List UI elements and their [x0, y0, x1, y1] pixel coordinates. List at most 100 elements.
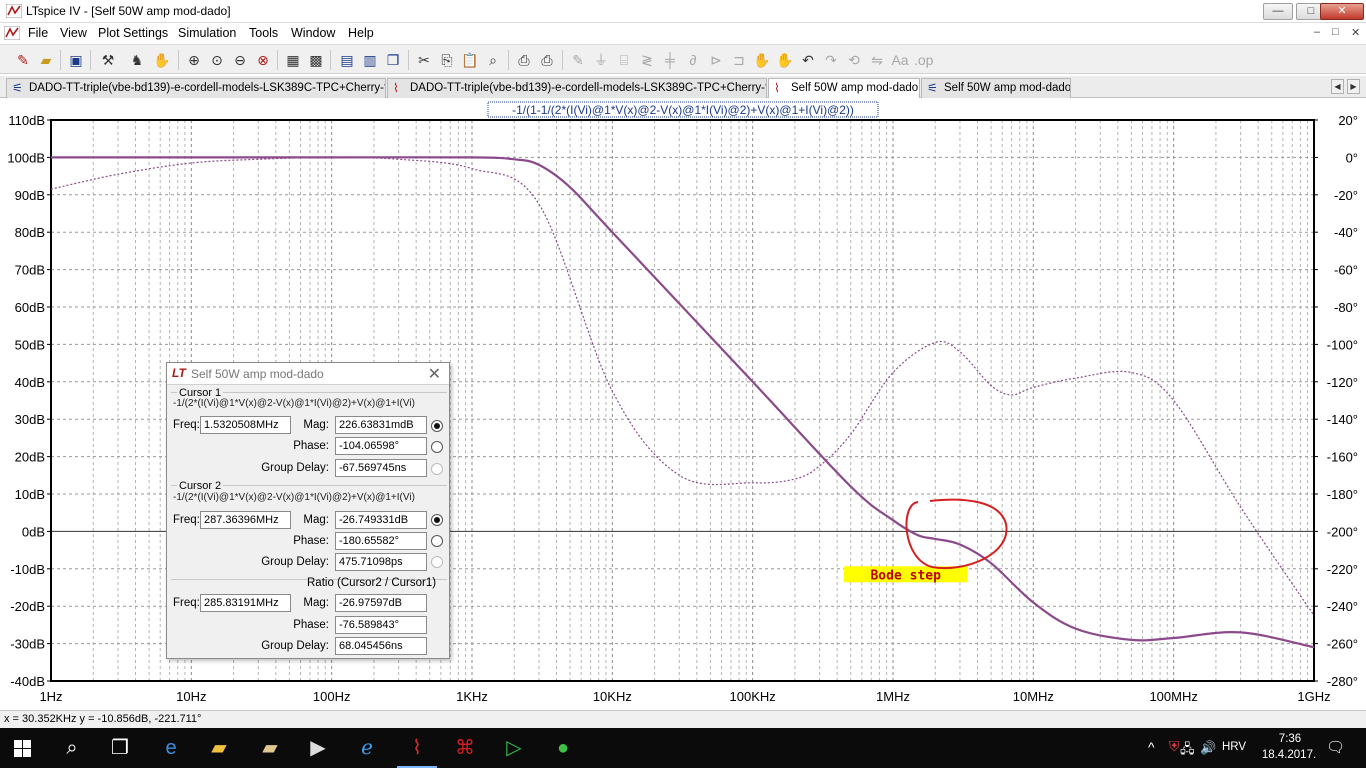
cursor-readout-dialog[interactable]: LT Self 50W amp mod-dado ✕ Cursor 1 -1/(…: [166, 362, 450, 659]
ratio-mag-field[interactable]: -26.97597dB: [335, 594, 427, 612]
rotate-icon[interactable]: ⟲: [845, 51, 863, 69]
tile-horizontal-icon[interactable]: ▤: [338, 51, 356, 69]
capacitor-icon[interactable]: ╪: [661, 51, 679, 69]
task-view-icon[interactable]: ❐: [106, 734, 134, 762]
tray-expand-icon[interactable]: ^: [1148, 739, 1155, 755]
drag-icon[interactable]: ✋: [776, 51, 794, 69]
dialog-close-button[interactable]: ✕: [428, 364, 441, 384]
input-language[interactable]: HRV: [1222, 741, 1246, 753]
inductor-icon[interactable]: ∂: [684, 51, 702, 69]
find-icon[interactable]: ⌕: [484, 51, 502, 69]
media-player-icon[interactable]: ▶: [304, 734, 332, 762]
print-icon[interactable]: ⎙: [538, 51, 556, 69]
mdi-minimize-button[interactable]: –: [1314, 26, 1320, 38]
cascade-icon[interactable]: ❐: [384, 51, 402, 69]
cursor1-freq-field[interactable]: 1.5320508MHz: [200, 416, 291, 434]
undo-icon[interactable]: ↶: [799, 51, 817, 69]
resistor-icon[interactable]: ≷: [638, 51, 656, 69]
mdi-close-button[interactable]: ✕: [1351, 26, 1360, 39]
zoom-in-icon[interactable]: ⊕: [185, 51, 203, 69]
plot-doc-icon[interactable]: [4, 26, 20, 40]
ltspice-app-icon[interactable]: [6, 4, 22, 18]
run-icon[interactable]: ♞: [128, 51, 146, 69]
cursor2-group-delay-radio[interactable]: [431, 556, 443, 568]
menu-help[interactable]: Help: [348, 26, 374, 40]
menu-plot-settings[interactable]: Plot Settings: [98, 26, 168, 40]
cursor2-freq-field[interactable]: 287.36396MHz: [200, 511, 291, 529]
ratio-freq-field[interactable]: 285.83191MHz: [200, 594, 291, 612]
cursor2-group-delay-field[interactable]: 475.71098ps: [335, 553, 427, 571]
ratio-group-delay-field[interactable]: 68.045456ns: [335, 637, 427, 655]
open-icon[interactable]: ▰: [37, 51, 55, 69]
control-panel-icon[interactable]: ⚒: [99, 51, 117, 69]
ratio-phase-field[interactable]: -76.589843°: [335, 616, 427, 634]
ground-icon[interactable]: ⏚: [592, 51, 610, 69]
minimize-button[interactable]: —: [1263, 3, 1293, 20]
security-tray-icon[interactable]: ⛨: [1169, 738, 1180, 755]
cursor1-group-delay-field[interactable]: -67.569745ns: [335, 459, 427, 477]
clock-date[interactable]: 18.4.2017.: [1256, 749, 1322, 761]
network-icon[interactable]: 🖧: [1180, 740, 1195, 762]
cursor2-mag-field[interactable]: -26.749331dB: [335, 511, 427, 529]
waveform-plot-pane[interactable]: 110dB 100dB 90dB 80dB 70dB 60dB 50dB 40dB 30dB 20…: [0, 99, 1366, 710]
copy-icon[interactable]: ⎘: [438, 51, 456, 69]
tab-scroll-right-button[interactable]: ▶: [1347, 79, 1360, 94]
zoom-out-icon[interactable]: ⊖: [231, 51, 249, 69]
plot-title[interactable]: -1/(1-1/(2*(I(Vi)@1*V(x)@2-V(x)@1*I(Vi)@…: [512, 103, 854, 117]
save-icon[interactable]: ▣: [67, 51, 85, 69]
cursor2-phase-field[interactable]: -180.65582°: [335, 532, 427, 550]
cut-icon[interactable]: ✂: [415, 51, 433, 69]
move-icon[interactable]: ✋: [753, 51, 771, 69]
notifications-icon[interactable]: 🗨: [1326, 738, 1345, 756]
spice-directive-icon[interactable]: .op: [914, 51, 933, 69]
menu-window[interactable]: Window: [291, 26, 335, 40]
tab-plot-dado[interactable]: ⌇ DADO-TT-triple(vbe-bd139)-e-cordell-mo…: [387, 78, 767, 98]
cursor1-mag-radio[interactable]: [431, 420, 443, 432]
print-preview-icon[interactable]: ⎙: [515, 51, 533, 69]
label-net-icon[interactable]: ⌸: [615, 51, 633, 69]
cursor1-group-delay-radio[interactable]: [431, 463, 443, 475]
new-schematic-icon[interactable]: ✎: [14, 51, 32, 69]
diode-icon[interactable]: ⊳: [707, 51, 725, 69]
clock-time[interactable]: 7:36: [1268, 733, 1312, 745]
mdi-restore-button[interactable]: □: [1332, 26, 1339, 38]
menu-view[interactable]: View: [60, 26, 87, 40]
folder-icon[interactable]: ▰: [256, 734, 284, 762]
cursor1-phase-field[interactable]: -104.06598°: [335, 437, 427, 455]
zoom-pan-icon[interactable]: ⊙: [208, 51, 226, 69]
menu-file[interactable]: File: [28, 26, 48, 40]
simulation-app-icon[interactable]: ▷: [500, 734, 528, 762]
green-app-icon[interactable]: ●: [549, 734, 577, 762]
volume-icon[interactable]: 🔊: [1200, 740, 1216, 756]
menu-simulation[interactable]: Simulation: [178, 26, 236, 40]
component-icon[interactable]: ⊐: [730, 51, 748, 69]
menu-tools[interactable]: Tools: [249, 26, 278, 40]
ltspice-taskbar-icon[interactable]: ⌇: [397, 734, 437, 768]
edge-browser-icon[interactable]: e: [157, 734, 185, 762]
wire-icon[interactable]: ✎: [569, 51, 587, 69]
tile-vertical-icon[interactable]: ▥: [361, 51, 379, 69]
cursor2-phase-radio[interactable]: [431, 535, 443, 547]
cursor1-phase-radio[interactable]: [431, 441, 443, 453]
tab-schematic-dado[interactable]: ⚟ DADO-TT-triple(vbe-bd139)-e-cordell-mo…: [6, 78, 386, 98]
file-explorer-icon[interactable]: ▰: [205, 734, 233, 762]
fit-window-icon[interactable]: ▩: [307, 51, 325, 69]
cursor2-mag-radio[interactable]: [431, 514, 443, 526]
plot-title-group[interactable]: -1/(1-1/(2*(I(Vi)@1*V(x)@2-V(x)@1*I(Vi)@…: [487, 101, 879, 118]
paste-icon[interactable]: 📋: [461, 51, 479, 69]
internet-explorer-icon[interactable]: ℯ: [353, 734, 381, 762]
text-icon[interactable]: Aa: [891, 51, 909, 69]
windows-start-icon[interactable]: [14, 740, 31, 757]
redo-icon[interactable]: ↷: [822, 51, 840, 69]
cursor1-mag-field[interactable]: 226.63831mdB: [335, 416, 427, 434]
tab-scroll-left-button[interactable]: ◀: [1331, 79, 1344, 94]
halt-icon[interactable]: ✋: [153, 51, 171, 69]
tab-schematic-self-50w[interactable]: ⚟ Self 50W amp mod-dado: [921, 78, 1071, 98]
mirror-icon[interactable]: ⇋: [868, 51, 886, 69]
close-button[interactable]: ✕: [1320, 3, 1364, 20]
autorange-icon[interactable]: ▦: [284, 51, 302, 69]
search-icon[interactable]: ⌕: [58, 734, 86, 762]
tab-plot-self-50w[interactable]: ⌇ Self 50W amp mod-dado: [768, 78, 920, 98]
zoom-fit-icon[interactable]: ⊗: [254, 51, 272, 69]
pdf-reader-icon[interactable]: ⌘: [451, 734, 479, 762]
